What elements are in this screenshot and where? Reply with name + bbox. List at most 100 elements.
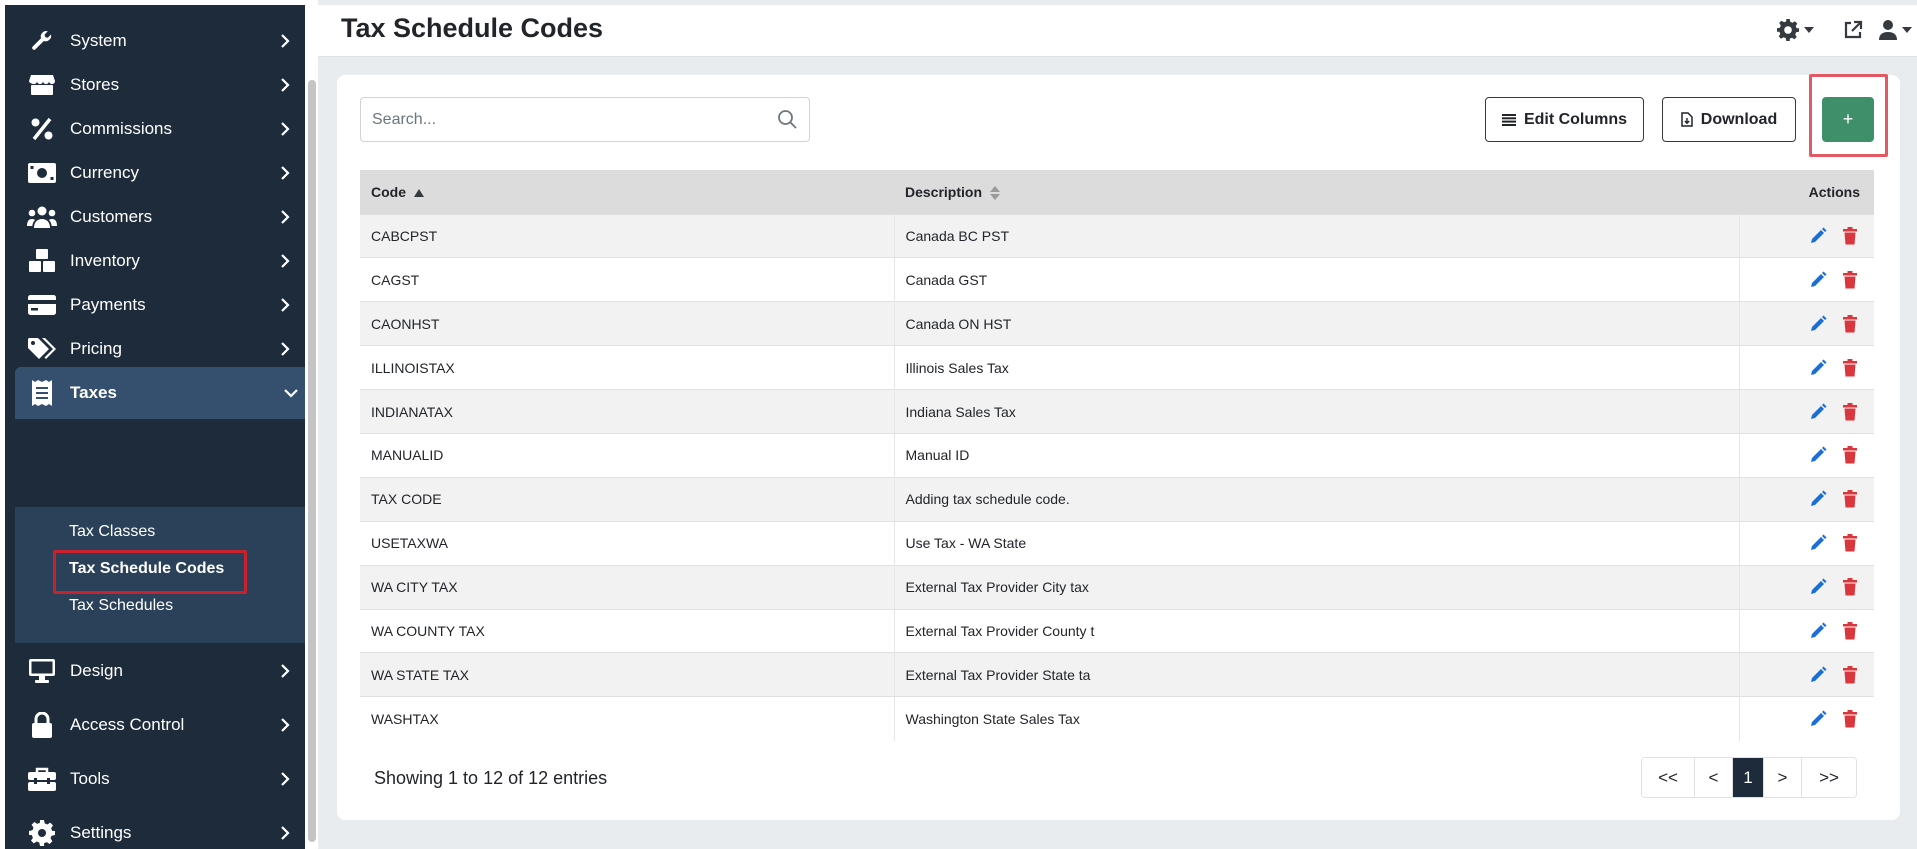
- highlight-box: [1809, 74, 1888, 157]
- edit-icon[interactable]: [1808, 270, 1828, 290]
- sidebar-subitem-tax-schedules[interactable]: Tax Schedules: [69, 597, 173, 615]
- trash-icon[interactable]: [1840, 533, 1860, 553]
- table-row: WA STATE TAX External Tax Provider State …: [360, 652, 1874, 697]
- taxes-submenu: Tax Classes Tax Schedule Codes Tax Sched…: [15, 507, 305, 643]
- cell-code: MANUALID: [360, 432, 894, 478]
- user-menu-button[interactable]: [1873, 15, 1917, 45]
- table-row: ILLINOISTAX Illinois Sales Tax: [360, 345, 1874, 390]
- theme-settings-button[interactable]: [1773, 15, 1817, 45]
- sidebar-item-label: Taxes: [70, 383, 117, 402]
- caret-down-icon: [1803, 27, 1814, 33]
- trash-icon[interactable]: [1840, 314, 1860, 334]
- edit-icon[interactable]: [1808, 402, 1828, 422]
- cell-actions: [1738, 257, 1874, 302]
- trash-icon[interactable]: [1840, 489, 1860, 509]
- column-header-code[interactable]: Code: [360, 170, 894, 214]
- chevron-right-icon: [281, 664, 290, 678]
- cell-actions: [1738, 564, 1874, 610]
- column-header-description[interactable]: Description: [894, 170, 1739, 214]
- edit-icon[interactable]: [1808, 314, 1828, 334]
- sidebar-item-label: Settings: [70, 823, 132, 842]
- sidebar-item-taxes[interactable]: Taxes: [15, 367, 305, 419]
- trash-icon[interactable]: [1840, 665, 1860, 685]
- download-button[interactable]: Download: [1662, 97, 1796, 142]
- edit-icon[interactable]: [1808, 489, 1828, 509]
- chevron-down-icon: [284, 389, 298, 398]
- cell-description: Canada BC PST: [893, 213, 1739, 258]
- tax-codes-table: Code Description Actions CABCPST Canada B…: [360, 170, 1874, 741]
- table-row: INDIANATAX Indiana Sales Tax: [360, 389, 1874, 434]
- edit-icon[interactable]: [1808, 533, 1828, 553]
- table-row: CAONHST Canada ON HST: [360, 301, 1874, 346]
- trash-icon[interactable]: [1840, 358, 1860, 378]
- cell-code: CAONHST: [360, 301, 894, 346]
- trash-icon[interactable]: [1840, 577, 1860, 597]
- cell-description: External Tax Provider State ta: [893, 652, 1739, 697]
- edit-icon[interactable]: [1808, 709, 1828, 729]
- chevron-right-icon: [281, 254, 290, 268]
- sort-asc-icon: [413, 189, 424, 198]
- page-next-button[interactable]: >: [1763, 758, 1801, 797]
- cell-actions: [1738, 476, 1874, 522]
- credit-card-icon: [27, 290, 57, 320]
- sidebar-item-label: Pricing: [70, 339, 122, 358]
- cell-description: Illinois Sales Tax: [893, 345, 1739, 390]
- trash-icon[interactable]: [1840, 709, 1860, 729]
- open-external-button[interactable]: [1838, 15, 1868, 45]
- sidebar-item-settings[interactable]: Settings: [5, 807, 305, 849]
- search-icon[interactable]: [777, 109, 797, 129]
- sidebar-subitem-tax-classes[interactable]: Tax Classes: [69, 523, 155, 541]
- cell-code: TAX CODE: [360, 476, 894, 522]
- entries-summary: Showing 1 to 12 of 12 entries: [374, 768, 608, 788]
- trash-icon[interactable]: [1840, 270, 1860, 290]
- column-header-actions: Actions: [1739, 170, 1874, 214]
- trash-icon[interactable]: [1840, 445, 1860, 465]
- cell-description: Indiana Sales Tax: [893, 389, 1739, 434]
- sidebar-item-design[interactable]: Design: [5, 645, 305, 697]
- edit-icon[interactable]: [1808, 358, 1828, 378]
- edit-icon[interactable]: [1808, 577, 1828, 597]
- edit-columns-button[interactable]: Edit Columns: [1485, 97, 1644, 142]
- cell-code: WA COUNTY TAX: [360, 608, 894, 653]
- page-first-button[interactable]: <<: [1642, 758, 1694, 797]
- sidebar-nav: System Stores Commissions Currency Custo…: [5, 5, 305, 849]
- trash-icon[interactable]: [1840, 226, 1860, 246]
- search-input[interactable]: [360, 97, 810, 142]
- trash-icon[interactable]: [1840, 402, 1860, 422]
- page-prev-button[interactable]: <: [1694, 758, 1732, 797]
- chevron-right-icon: [281, 342, 290, 356]
- trash-icon[interactable]: [1840, 621, 1860, 641]
- table-header-row: Code Description Actions: [360, 170, 1874, 214]
- cell-description: Canada GST: [893, 257, 1739, 302]
- chevron-right-icon: [281, 826, 290, 840]
- download-label: Download: [1700, 110, 1778, 128]
- highlight-box: [53, 550, 247, 594]
- table-row: WASHTAX Washington State Sales Tax: [360, 696, 1874, 741]
- sidebar-scrollbar[interactable]: [308, 80, 316, 842]
- edit-icon[interactable]: [1808, 445, 1828, 465]
- edit-icon[interactable]: [1808, 665, 1828, 685]
- sidebar-item-tools[interactable]: Tools: [5, 753, 305, 805]
- page-last-button[interactable]: >>: [1801, 758, 1856, 797]
- main-card: Edit Columns Download + Code Description…: [337, 74, 1900, 820]
- page-1-button[interactable]: 1: [1732, 758, 1763, 797]
- cell-actions: [1738, 345, 1874, 390]
- cell-actions: [1738, 652, 1874, 697]
- wrench-icon: [27, 26, 57, 56]
- edit-icon[interactable]: [1808, 621, 1828, 641]
- table-row: WA CITY TAX External Tax Provider City ta…: [360, 564, 1874, 610]
- sidebar-item-label: Access Control: [70, 715, 185, 734]
- cell-description: External Tax Provider City tax: [893, 564, 1739, 610]
- gear-icon: [27, 818, 57, 848]
- money-bill-icon: [27, 158, 57, 188]
- sidebar-item-label: Design: [70, 661, 123, 680]
- sidebar-item-access-control[interactable]: Access Control: [5, 699, 305, 751]
- tags-icon: [27, 334, 57, 364]
- sidebar-item-label: Payments: [70, 295, 146, 314]
- cell-description: Canada ON HST: [893, 301, 1739, 346]
- edit-icon[interactable]: [1808, 226, 1828, 246]
- cell-code: WA STATE TAX: [360, 652, 894, 697]
- boxes-icon: [27, 246, 57, 276]
- chevron-right-icon: [281, 166, 290, 180]
- pagination: << < 1 > >>: [1641, 757, 1857, 798]
